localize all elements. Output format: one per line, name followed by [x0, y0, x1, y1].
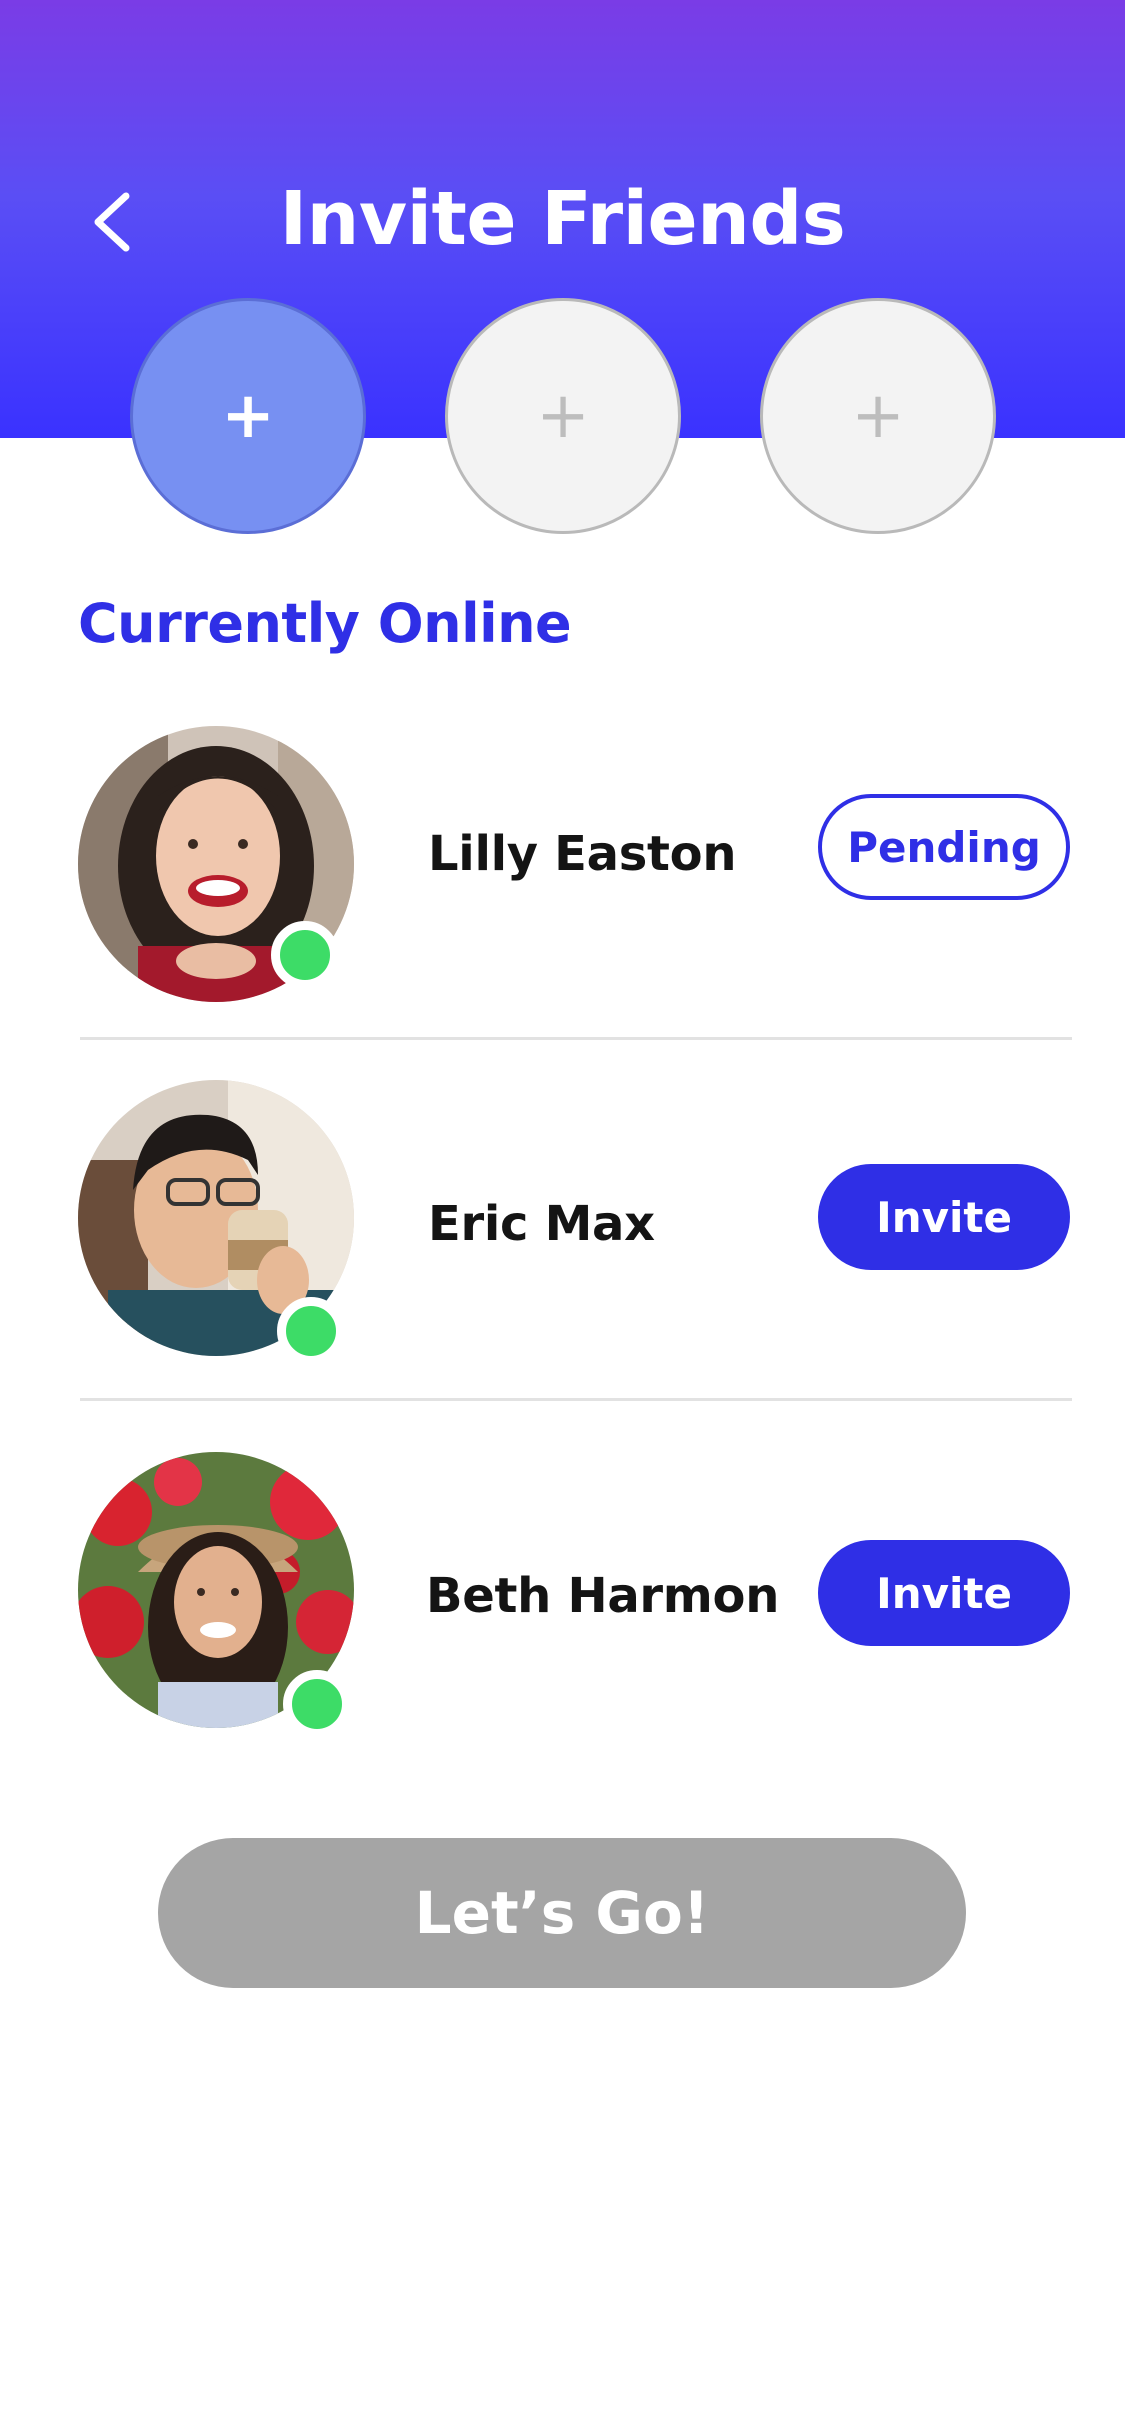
- friend-name: Beth Harmon: [426, 1568, 780, 1624]
- page-title: Invite Friends: [279, 176, 846, 262]
- plus-icon: +: [536, 379, 590, 453]
- section-title: Currently Online: [78, 592, 572, 655]
- online-status-dot: [283, 1670, 351, 1738]
- friend-row: Eric Max Invite: [0, 1080, 1125, 1380]
- online-status-dot: [271, 921, 339, 989]
- friend-name: Lilly Easton: [428, 826, 737, 882]
- divider: [80, 1037, 1072, 1040]
- invite-slot-3[interactable]: +: [760, 298, 996, 534]
- friend-name: Eric Max: [428, 1196, 655, 1252]
- plus-icon: +: [221, 379, 275, 453]
- plus-icon: +: [851, 379, 905, 453]
- friend-row: Lilly Easton Pending: [0, 726, 1125, 1026]
- invite-slot-1[interactable]: +: [130, 298, 366, 534]
- divider: [80, 1398, 1072, 1401]
- pending-button[interactable]: Pending: [818, 794, 1070, 900]
- online-status-dot: [277, 1297, 345, 1365]
- lets-go-button[interactable]: Let’s Go!: [158, 1838, 966, 1988]
- invite-button[interactable]: Invite: [818, 1164, 1070, 1270]
- invite-slot-2[interactable]: +: [445, 298, 681, 534]
- friend-row: Beth Harmon Invite: [0, 1452, 1125, 1752]
- invite-button[interactable]: Invite: [818, 1540, 1070, 1646]
